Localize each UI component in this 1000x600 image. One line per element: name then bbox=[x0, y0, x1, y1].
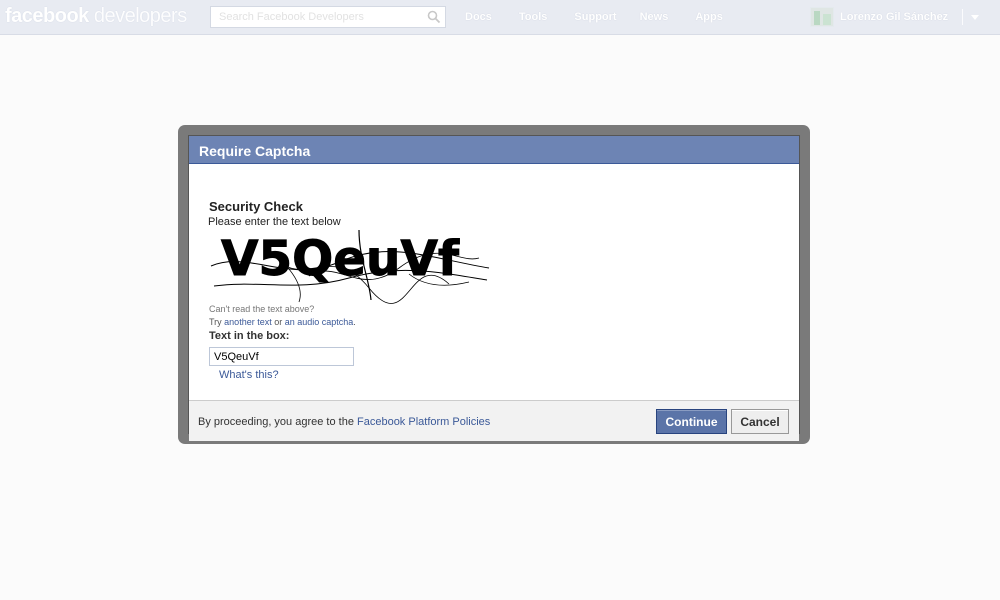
continue-button[interactable]: Continue bbox=[656, 409, 727, 434]
captcha-alternatives: Try another text or an audio captcha. bbox=[209, 317, 356, 327]
policy-notice: By proceeding, you agree to the Facebook… bbox=[198, 416, 490, 428]
platform-policies-link[interactable]: Facebook Platform Policies bbox=[357, 416, 490, 428]
captcha-image: V5QeuVf bbox=[210, 229, 490, 304]
user-divider bbox=[962, 9, 964, 25]
logo-bold-text: facebook bbox=[5, 5, 89, 27]
audio-captcha-link[interactable]: an audio captcha bbox=[285, 317, 354, 327]
nav-apps[interactable]: Apps bbox=[695, 11, 723, 23]
logo-light-text: developers bbox=[88, 5, 187, 27]
user-name[interactable]: Lorenzo Gil Sánchez bbox=[840, 11, 948, 23]
cancel-button[interactable]: Cancel bbox=[731, 409, 789, 434]
dialog-footer: By proceeding, you agree to the Facebook… bbox=[189, 400, 799, 441]
nav-support[interactable]: Support bbox=[574, 11, 616, 23]
user-menu[interactable]: Lorenzo Gil Sánchez bbox=[810, 4, 980, 30]
facebook-developers-logo[interactable]: facebook developers bbox=[5, 5, 187, 28]
try-suffix: . bbox=[353, 317, 356, 327]
search-box bbox=[210, 6, 446, 28]
nav-docs[interactable]: Docs bbox=[465, 11, 492, 23]
dialog-body: Security Check Please enter the text bel… bbox=[189, 164, 799, 391]
nav-news[interactable]: News bbox=[640, 11, 669, 23]
security-check-instructions: Please enter the text below bbox=[208, 216, 341, 228]
try-prefix: Try bbox=[209, 317, 225, 327]
dialog-frame: Require Captcha Security Check Please en… bbox=[178, 125, 810, 444]
search-icon[interactable] bbox=[427, 10, 441, 24]
try-mid: or bbox=[271, 317, 285, 327]
main-nav: Docs Tools Support News Apps bbox=[465, 11, 750, 23]
whats-this-link[interactable]: What's this? bbox=[219, 369, 279, 381]
captcha-dialog: Require Captcha Security Check Please en… bbox=[188, 135, 800, 441]
dialog-title: Require Captcha bbox=[189, 136, 799, 164]
captcha-answer-input[interactable] bbox=[209, 347, 354, 366]
policy-prefix: By proceeding, you agree to the bbox=[198, 416, 357, 428]
another-text-link[interactable]: another text bbox=[224, 317, 272, 327]
chevron-down-icon[interactable] bbox=[971, 14, 980, 20]
avatar[interactable] bbox=[810, 7, 834, 27]
text-in-box-label: Text in the box: bbox=[209, 330, 290, 342]
cant-read-text: Can't read the text above? bbox=[209, 304, 315, 314]
security-check-title: Security Check bbox=[209, 199, 303, 214]
captcha-text: V5QeuVf bbox=[221, 231, 460, 287]
search-input[interactable] bbox=[211, 7, 421, 27]
top-navigation-bar: facebook developers Docs Tools Support N… bbox=[0, 0, 1000, 35]
nav-tools[interactable]: Tools bbox=[519, 11, 548, 23]
